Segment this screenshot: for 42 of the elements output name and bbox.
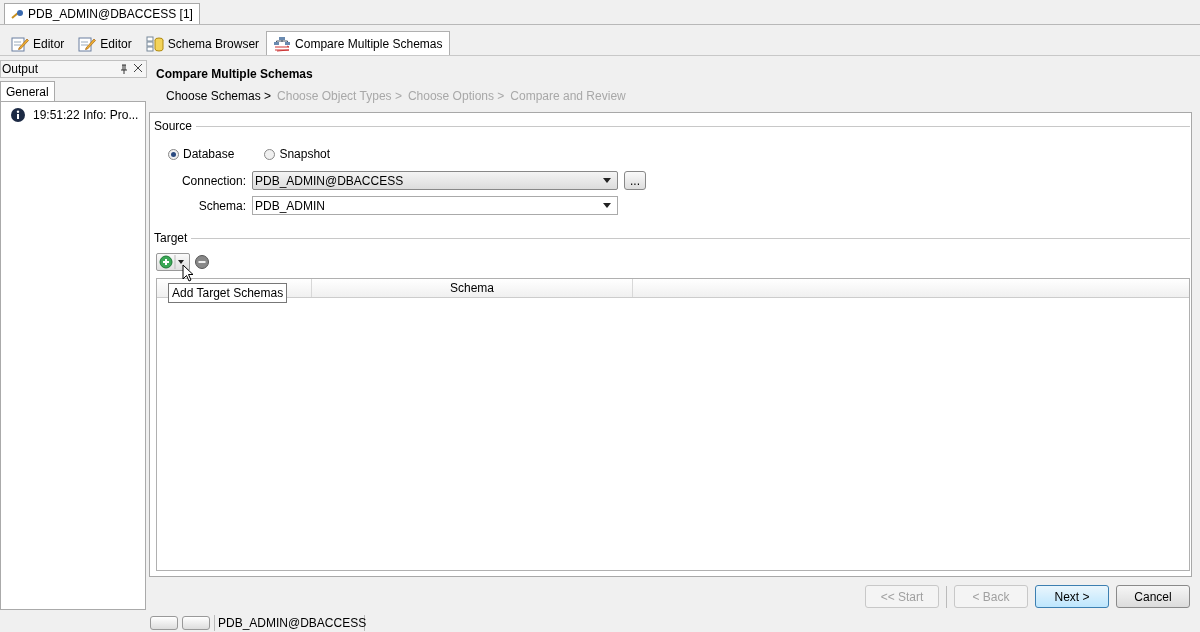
- hierarchy-icon: [273, 35, 292, 52]
- wizard-step: Compare and Review: [510, 89, 626, 107]
- browse-button[interactable]: ...: [624, 171, 646, 190]
- panel-tab[interactable]: General: [0, 81, 55, 101]
- log-message: 19:51:22 Info: Pro...: [33, 108, 139, 122]
- pencil-page-icon: [78, 35, 97, 52]
- editor-tab[interactable]: Compare Multiple Schemas: [266, 31, 450, 55]
- radio-button[interactable]: Snapshot: [264, 147, 331, 161]
- dropdown-arrow-icon: [603, 203, 611, 208]
- wizard-button[interactable]: Next >: [1035, 585, 1109, 608]
- status-button[interactable]: [150, 616, 178, 630]
- panel-title: Output: [2, 62, 39, 76]
- database-icon: [145, 35, 164, 52]
- close-icon[interactable]: [134, 64, 142, 74]
- pencil-page-icon: [11, 35, 29, 52]
- editor-tab[interactable]: Schema Browser: [138, 31, 267, 55]
- field-label: Schema:: [197, 198, 246, 213]
- field-label: Connection:: [180, 173, 246, 188]
- section-label: Source: [154, 119, 193, 133]
- status-button[interactable]: [182, 616, 210, 630]
- section-label: Target: [154, 231, 188, 245]
- dropdown-arrow-icon: [603, 178, 611, 183]
- add-split-button[interactable]: [156, 253, 190, 271]
- wizard-step: Choose Schemas >: [166, 89, 272, 107]
- wizard-step: Choose Options >: [407, 89, 505, 107]
- wizard-button[interactable]: Cancel: [1116, 585, 1190, 608]
- mouse-cursor-icon: [182, 264, 194, 282]
- document-tab-label: PDB_ADMIN@DBACCESS [1]: [28, 7, 193, 21]
- status-connection: PDB_ADMIN@DBACCESS: [214, 615, 365, 631]
- remove-icon[interactable]: [195, 255, 209, 269]
- plug-icon: [11, 9, 25, 19]
- editor-tab[interactable]: Editor: [4, 31, 72, 55]
- pin-icon[interactable]: [120, 64, 128, 74]
- wizard-step: Choose Object Types >: [277, 89, 402, 107]
- schema-dropdown[interactable]: PDB_ADMIN: [252, 196, 618, 215]
- column-header: Schema: [312, 279, 633, 297]
- editor-tab[interactable]: Editor: [71, 31, 139, 55]
- wizard-title: Compare Multiple Schemas: [155, 66, 314, 83]
- tooltip: Add Target Schemas: [168, 283, 288, 303]
- info-icon: [11, 108, 25, 122]
- radio-button[interactable]: Database: [168, 147, 235, 161]
- connection-dropdown[interactable]: PDB_ADMIN@DBACCESS: [252, 171, 618, 190]
